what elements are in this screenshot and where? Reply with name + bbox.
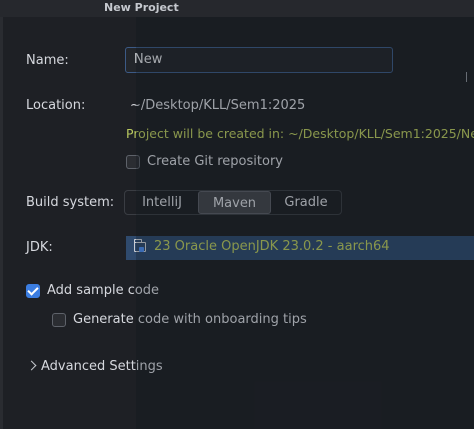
location-label: Location: <box>26 98 86 113</box>
jdk-value: 23 Oracle OpenJDK 23.0.2 - aarch64 <box>154 239 390 254</box>
sample-code-checkbox[interactable] <box>26 284 40 298</box>
sample-code-label[interactable]: Add sample code <box>47 283 159 298</box>
onboarding-tips-label[interactable]: Generate code with onboarding tips <box>73 312 307 327</box>
build-system-selector: IntelliJ Maven Gradle <box>124 190 342 215</box>
title-bar: New Project <box>0 0 474 17</box>
jdk-badge-icon <box>139 247 144 252</box>
build-option-maven[interactable]: Maven <box>198 191 271 214</box>
build-option-gradle[interactable]: Gradle <box>272 191 340 214</box>
checkmark-icon <box>27 284 39 296</box>
jdk-label: JDK: <box>26 240 53 255</box>
name-label: Name: <box>26 53 69 68</box>
window-title: New Project <box>104 1 179 14</box>
onboarding-tips-checkbox[interactable] <box>52 313 66 327</box>
location-field[interactable]: ~/Desktop/KLL/Sem1:2025 <box>130 98 305 113</box>
folder-icon <box>134 239 146 252</box>
git-checkbox[interactable] <box>126 155 140 169</box>
advanced-settings-toggle[interactable]: Advanced Settings <box>41 359 163 374</box>
git-checkbox-label[interactable]: Create Git repository <box>147 154 283 169</box>
left-rail <box>0 17 3 429</box>
chevron-right-icon[interactable] <box>26 360 37 371</box>
jdk-dropdown[interactable]: 23 Oracle OpenJDK 23.0.2 - aarch64 <box>126 236 474 260</box>
name-input[interactable]: New <box>125 47 393 73</box>
build-option-intellij[interactable]: IntelliJ <box>127 191 197 214</box>
build-system-label: Build system: <box>26 195 115 210</box>
edge-marker <box>466 72 467 82</box>
location-hint: Project will be created in: ~/Desktop/KL… <box>126 126 474 141</box>
overlay-shade <box>136 17 474 429</box>
